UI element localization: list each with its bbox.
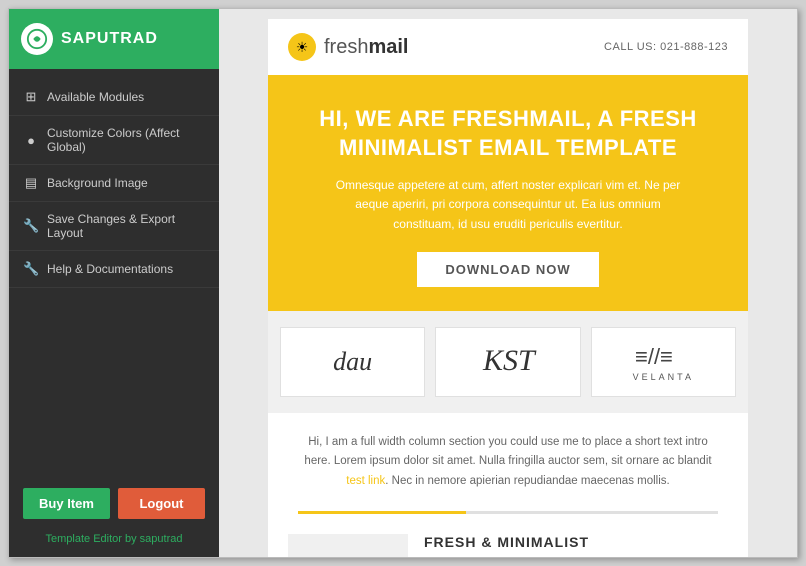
app-frame: SAPUTRAD ⊞ Available Modules ● Customize… (8, 8, 798, 558)
email-bottom-section: 🦐 FRESH & MINIMALIST Lorem ipsum dolor s… (268, 514, 748, 557)
sidebar-footer: Template Editor by saputrad (9, 527, 219, 557)
sidebar-item-label: Save Changes & Export Layout (47, 212, 205, 240)
logo-velanta: ≡//≡ VELANTA (591, 327, 736, 397)
sidebar-item-customize-colors[interactable]: ● Customize Colors (Affect Global) (9, 116, 219, 165)
email-phone: CALL US: 021-888-123 (604, 41, 728, 53)
sidebar-item-save-changes[interactable]: 🔧 Save Changes & Export Layout (9, 202, 219, 251)
test-link[interactable]: test link (346, 475, 385, 487)
velanta-text: VELANTA (633, 372, 694, 382)
help-icon: 🔧 (23, 261, 39, 277)
email-brand: freshmail (324, 36, 409, 59)
sidebar-item-help[interactable]: 🔧 Help & Documentations (9, 251, 219, 288)
sidebar-item-available-modules[interactable]: ⊞ Available Modules (9, 79, 219, 116)
velanta-logo: ≡//≡ VELANTA (633, 342, 694, 382)
email-logos: dau KST ≡//≡ VELANTA (268, 311, 748, 413)
bottom-body: Lorem ipsum dolor sit amet, adipiscing (424, 556, 728, 557)
brand-light: fresh (324, 36, 368, 58)
text-body: Hi, I am a full width column section you… (304, 436, 711, 468)
svg-text:≡//≡: ≡//≡ (635, 344, 673, 369)
email-hero: HI, WE ARE FRESHMAIL, A FRESH MINIMALIST… (268, 75, 748, 311)
sidebar-item-label: Background Image (47, 176, 148, 190)
sidebar: SAPUTRAD ⊞ Available Modules ● Customize… (9, 9, 219, 557)
main-content: ☀ freshmail CALL US: 021-888-123 HI, WE … (219, 9, 797, 557)
kst-logo-text: KST (478, 338, 538, 385)
grid-icon: ⊞ (23, 89, 39, 105)
email-preview: ☀ freshmail CALL US: 021-888-123 HI, WE … (268, 19, 748, 557)
bottom-heading: FRESH & MINIMALIST (424, 534, 728, 550)
color-icon: ● (23, 133, 39, 148)
sidebar-title: SAPUTRAD (61, 30, 158, 48)
dau-logo-text: dau (333, 347, 372, 377)
wrench-icon: 🔧 (23, 218, 39, 234)
logo-dau: dau (280, 327, 425, 397)
svg-text:KST: KST (482, 344, 537, 377)
sidebar-nav: ⊞ Available Modules ● Customize Colors (… (9, 69, 219, 476)
brand-bold: mail (368, 36, 408, 58)
sidebar-item-background-image[interactable]: ▤ Background Image (9, 165, 219, 202)
sidebar-item-label: Help & Documentations (47, 262, 173, 276)
hero-cta-button[interactable]: DOWNLOAD NOW (417, 252, 598, 287)
hero-heading: HI, WE ARE FRESHMAIL, A FRESH MINIMALIST… (298, 105, 718, 162)
sidebar-actions: Buy Item Logout (9, 476, 219, 527)
footer-link[interactable]: saputrad (140, 533, 183, 545)
image-icon: ▤ (23, 175, 39, 191)
logout-button[interactable]: Logout (118, 488, 205, 519)
email-bottom-image: 🦐 (288, 534, 408, 557)
email-bottom-text: FRESH & MINIMALIST Lorem ipsum dolor sit… (424, 534, 728, 557)
logo-icon (21, 23, 53, 55)
logo-kst: KST (435, 327, 580, 397)
email-logo: ☀ freshmail (288, 33, 409, 61)
email-header: ☀ freshmail CALL US: 021-888-123 (268, 19, 748, 75)
sidebar-item-label: Customize Colors (Affect Global) (47, 126, 205, 154)
hero-body: Omnesque appetere at cum, affert noster … (328, 176, 688, 234)
sun-icon: ☀ (288, 33, 316, 61)
buy-item-button[interactable]: Buy Item (23, 488, 110, 519)
sidebar-header: SAPUTRAD (9, 9, 219, 69)
email-text-section: Hi, I am a full width column section you… (268, 413, 748, 512)
text-body2: . Nec in nemore apierian repudiandae mae… (385, 475, 669, 487)
sidebar-item-label: Available Modules (47, 90, 144, 104)
